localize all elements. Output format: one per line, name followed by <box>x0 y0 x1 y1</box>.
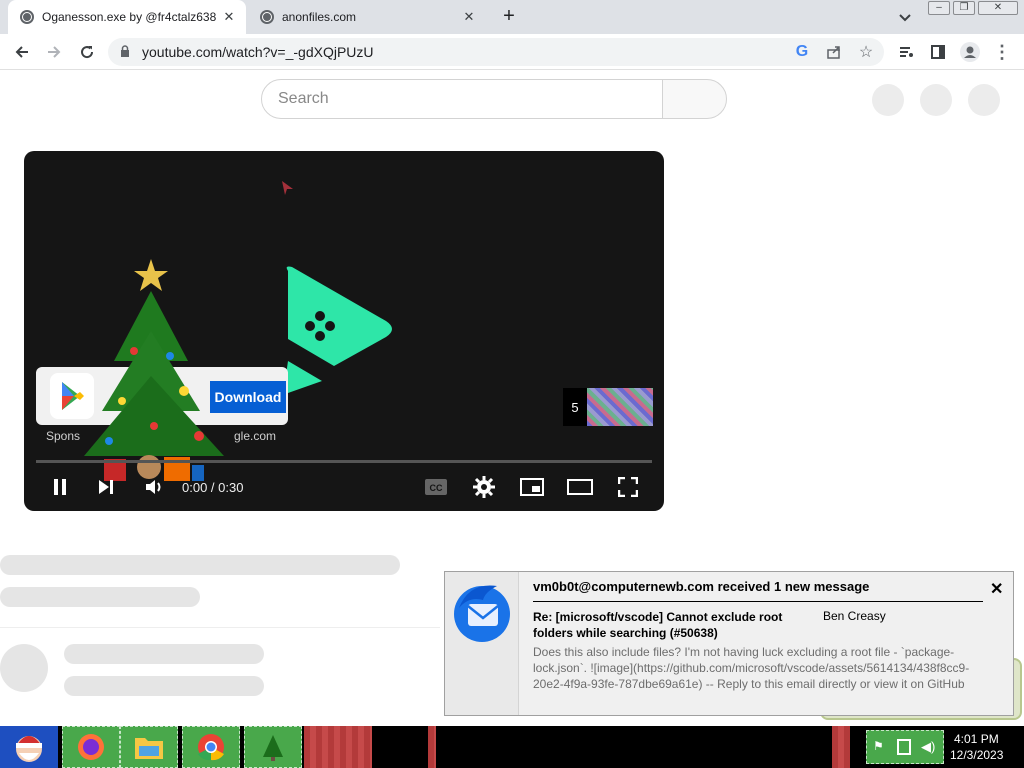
tray-volume-icon[interactable]: ◀) <box>921 739 935 755</box>
share-icon[interactable] <box>822 40 846 64</box>
taskbar-window-item[interactable] <box>304 726 372 768</box>
notification-icon-column <box>445 572 519 715</box>
tab-oganesson[interactable]: Oganesson.exe by @fr4ctalz638 ✕ <box>8 0 246 34</box>
search-input[interactable]: Search <box>261 79 663 119</box>
globe-icon <box>20 10 34 24</box>
christmas-tree-icon <box>263 735 283 761</box>
notification-body: Does this also include files? I'm not ha… <box>533 645 970 691</box>
back-button[interactable] <box>10 40 34 64</box>
channel-name-skeleton <box>64 644 264 664</box>
taskbar-file-explorer[interactable] <box>120 726 178 768</box>
tray-flag-icon[interactable]: ⚑ <box>873 739 887 755</box>
svg-text:CC: CC <box>430 483 443 493</box>
close-icon[interactable]: ✕ <box>990 579 1003 599</box>
close-tab-icon[interactable]: ✕ <box>220 8 238 26</box>
reload-button[interactable] <box>75 40 99 64</box>
channel-avatar-skeleton <box>0 644 48 692</box>
globe-icon <box>260 10 274 24</box>
forward-button[interactable] <box>42 40 66 64</box>
tray-network-icon[interactable] <box>897 739 911 755</box>
tab-title: Oganesson.exe by @fr4ctalz638 <box>42 10 217 24</box>
account-avatar-placeholder[interactable] <box>968 84 1000 116</box>
theater-mode-button[interactable] <box>566 473 594 501</box>
notification-divider <box>533 601 983 602</box>
windows-taskbar: ⚑ ◀) 4:01 PM 12/3/2023 <box>0 726 1024 768</box>
pause-button[interactable] <box>46 473 74 501</box>
profile-avatar-icon[interactable] <box>958 40 982 64</box>
folder-icon <box>135 738 163 759</box>
address-bar[interactable]: youtube.com/watch?v=_-gdXQjPUzU <box>108 38 884 66</box>
firefox-icon <box>78 734 104 760</box>
settings-gear-icon[interactable] <box>470 473 498 501</box>
taskbar-tree-gadget[interactable] <box>244 726 302 768</box>
create-button-placeholder[interactable] <box>872 84 904 116</box>
taskbar-chrome[interactable] <box>182 726 240 768</box>
media-controls-icon[interactable] <box>894 40 918 64</box>
divider <box>0 627 440 628</box>
video-player[interactable]: Download Spons gle.com 5 0:00 / 0:30 CC <box>24 151 664 511</box>
taskbar-window-item[interactable] <box>832 726 850 768</box>
notifications-button-placeholder[interactable] <box>920 84 952 116</box>
new-tab-button[interactable]: + <box>496 5 522 29</box>
menu-kebab-icon[interactable]: ⋮ <box>990 40 1014 64</box>
new-mail-notification[interactable]: vm0b0t@computernewb.com received 1 new m… <box>444 571 1014 716</box>
start-button[interactable] <box>0 726 58 768</box>
side-panel-icon[interactable] <box>926 40 950 64</box>
tab-anonfiles[interactable]: anonfiles.com ✕ <box>248 0 486 34</box>
channel-subs-skeleton <box>64 676 264 696</box>
next-button[interactable] <box>92 473 120 501</box>
next-video-thumbnail[interactable] <box>587 388 653 426</box>
notification-subject: Re: [microsoft/vscode] Cannot exclude ro… <box>533 610 783 640</box>
cursor-artifact <box>282 181 293 195</box>
captions-button[interactable]: CC <box>422 473 450 501</box>
bookmark-star-icon[interactable]: ☆ <box>854 40 878 64</box>
progress-bar[interactable] <box>36 460 652 463</box>
play-games-logo <box>284 266 392 394</box>
tab-title: anonfiles.com <box>282 10 357 24</box>
title-skeleton <box>0 555 400 575</box>
browser-tab-strip: Oganesson.exe by @fr4ctalz638 ✕ anonfile… <box>0 0 1024 34</box>
google-lens-icon[interactable]: G <box>790 40 814 64</box>
santa-icon <box>16 736 42 762</box>
taskbar-window-item[interactable] <box>428 726 436 768</box>
subtitle-skeleton <box>0 587 200 607</box>
close-window-button[interactable]: ✕ <box>978 1 1018 15</box>
minimize-button[interactable]: – <box>928 1 950 15</box>
miniplayer-button[interactable] <box>518 473 546 501</box>
lock-icon <box>121 45 129 57</box>
clock-date[interactable]: 12/3/2023 <box>950 748 1003 762</box>
maximize-button[interactable]: ❐ <box>953 1 975 15</box>
url-text: youtube.com/watch?v=_-gdXQjPUzU <box>142 44 374 60</box>
close-tab-icon[interactable]: ✕ <box>460 8 478 26</box>
christmas-tree-gadget[interactable] <box>74 251 254 491</box>
tab-search-icon[interactable] <box>896 8 914 26</box>
volume-icon[interactable] <box>140 473 168 501</box>
chrome-icon <box>198 734 224 761</box>
notification-title: vm0b0t@computernewb.com received 1 new m… <box>533 579 870 594</box>
thunderbird-icon <box>454 585 510 642</box>
system-tray: ⚑ ◀) <box>866 730 944 764</box>
clock-time[interactable]: 4:01 PM <box>954 732 999 746</box>
fullscreen-button[interactable] <box>614 473 642 501</box>
ad-countdown: 5 <box>563 388 587 426</box>
taskbar-firefox[interactable] <box>62 726 120 768</box>
browser-toolbar: youtube.com/watch?v=_-gdXQjPUzU G ☆ ⋮ <box>0 34 1024 70</box>
search-button[interactable] <box>662 79 727 119</box>
notification-sender: Ben Creasy <box>823 609 886 623</box>
time-display: 0:00 / 0:30 <box>182 480 244 495</box>
